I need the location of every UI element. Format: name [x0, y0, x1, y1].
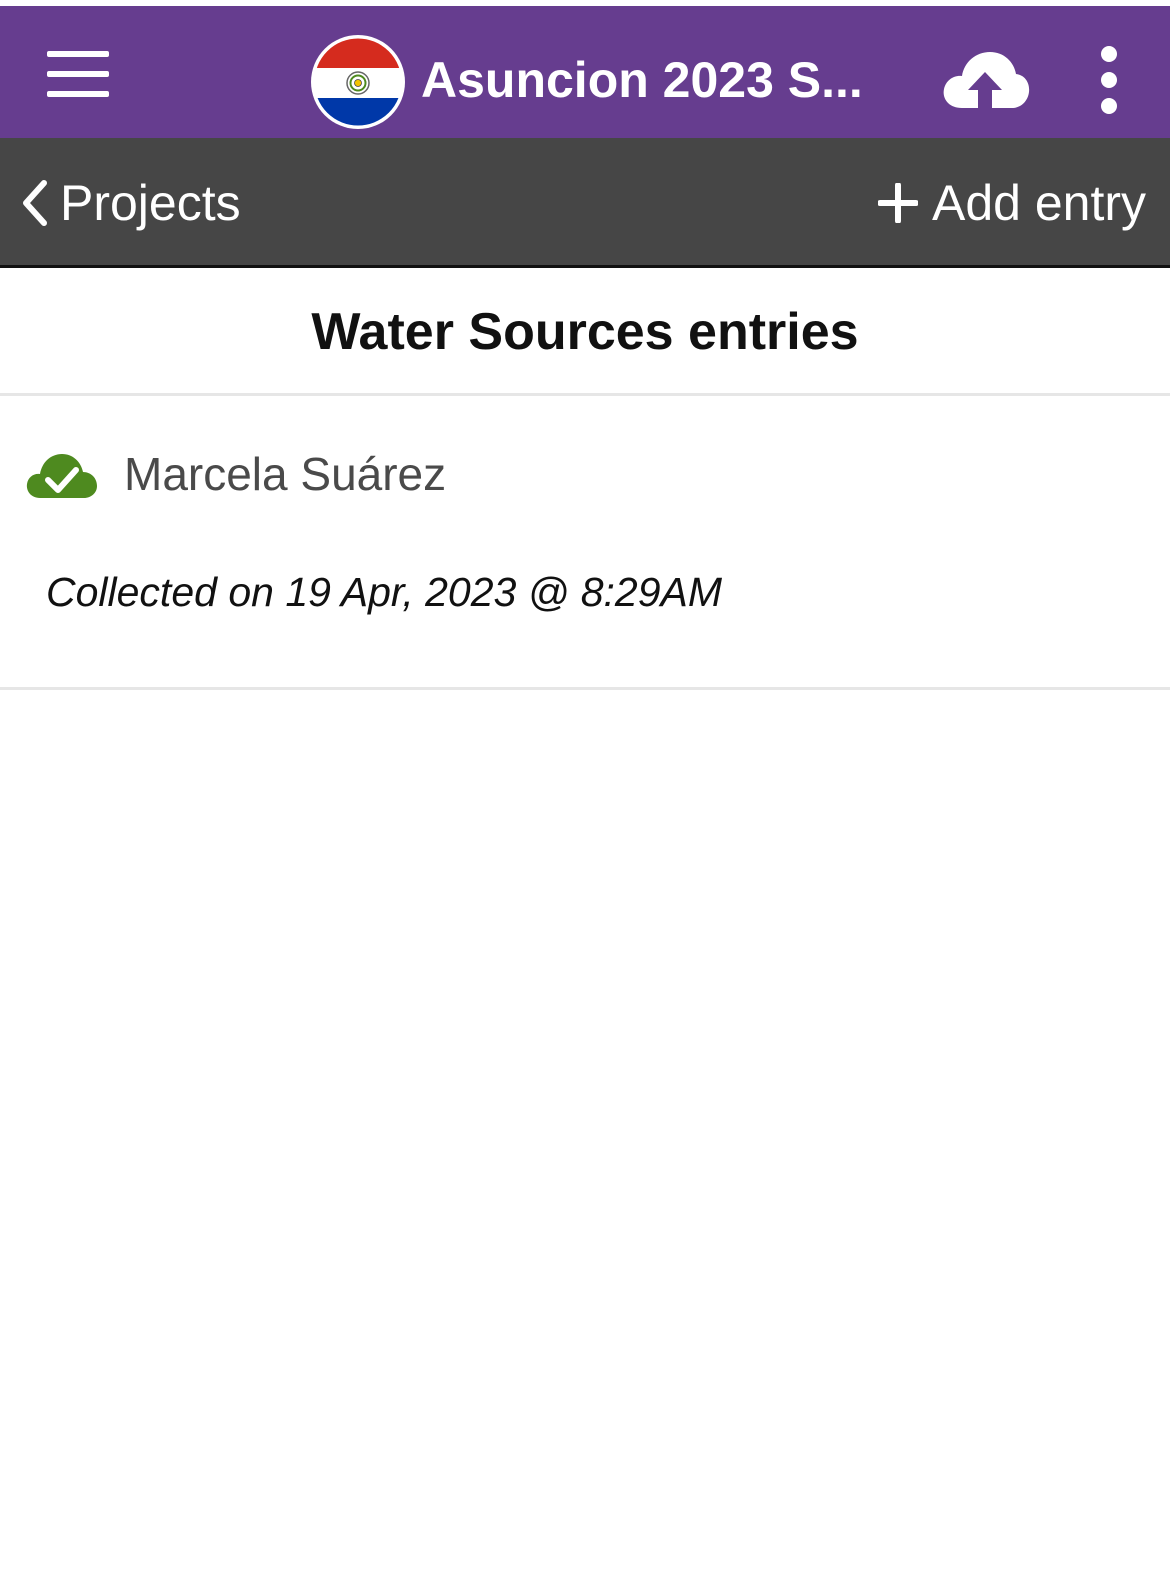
entry-collected-date: Collected on 19 Apr, 2023 @ 8:29AM [46, 569, 723, 615]
page-title: Water Sources entries [311, 303, 859, 361]
app-screen: Asuncion 2023 S... Projects Add entry Wa… [0, 0, 1170, 1586]
add-entry-label: Add entry [931, 175, 1146, 231]
cloud-upload-icon[interactable] [940, 46, 1030, 116]
plus-icon [877, 183, 918, 223]
navigation-bar: Projects Add entry [0, 138, 1170, 268]
hamburger-menu-icon[interactable] [47, 51, 109, 97]
chevron-left-icon [23, 180, 47, 226]
list-header: Water Sources entries [0, 268, 1170, 396]
list-item[interactable]: Marcela Suárez Collected on 19 Apr, 2023… [0, 396, 1170, 690]
app-bar: Asuncion 2023 S... [0, 6, 1170, 138]
more-vertical-icon[interactable] [1095, 44, 1123, 116]
add-entry-button[interactable]: Add entry [877, 168, 1146, 238]
entry-name: Marcela Suárez [124, 448, 447, 500]
back-button-label: Projects [60, 175, 241, 231]
back-to-projects-button[interactable]: Projects [20, 168, 241, 238]
cloud-check-icon [26, 454, 97, 498]
paraguay-flag-logo[interactable] [310, 34, 406, 130]
project-title: Asuncion 2023 S... [421, 52, 863, 108]
